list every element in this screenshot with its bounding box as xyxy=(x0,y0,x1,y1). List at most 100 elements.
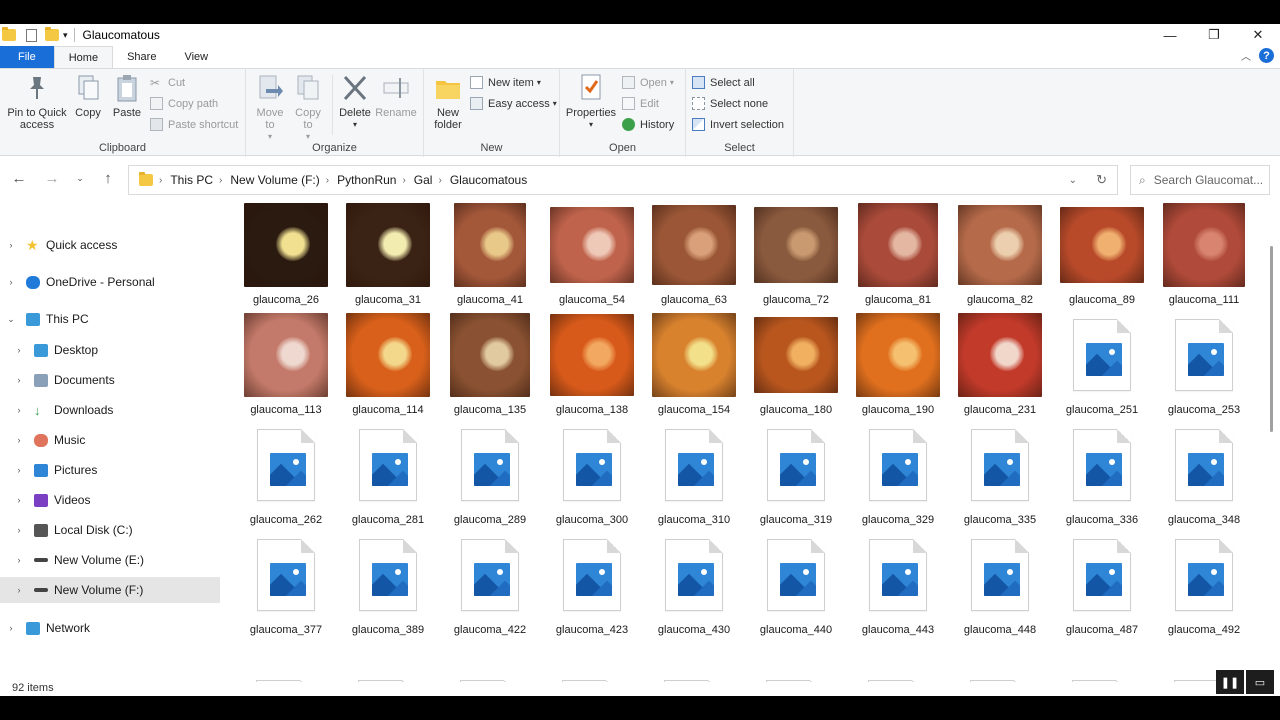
file-item[interactable]: glaucoma_41 xyxy=(439,202,541,310)
file-item[interactable]: glaucoma_89 xyxy=(1051,202,1153,310)
properties-button[interactable]: Properties ▾ xyxy=(564,73,618,131)
file-item[interactable]: glaucoma_389 xyxy=(337,532,439,640)
chevron-right-icon[interactable]: › xyxy=(14,495,24,505)
new-folder-button[interactable]: New folder xyxy=(430,73,466,131)
paste-shortcut-button[interactable]: Paste shortcut xyxy=(150,115,238,134)
vertical-scrollbar[interactable] xyxy=(1266,200,1280,686)
search-input[interactable]: ⌕ Search Glaucomat... xyxy=(1130,165,1270,195)
maximize-button[interactable]: ❐ xyxy=(1192,24,1236,46)
file-item[interactable]: glaucoma_348 xyxy=(1153,422,1255,530)
tab-file[interactable]: File xyxy=(0,46,54,68)
chevron-right-icon[interactable]: › xyxy=(14,345,24,355)
tab-home[interactable]: Home xyxy=(53,46,114,68)
select-all-button[interactable]: Select all xyxy=(692,73,755,92)
file-item[interactable]: glaucoma_154 xyxy=(643,312,745,420)
file-item[interactable]: glaucoma_492 xyxy=(1153,532,1255,640)
chevron-right-icon[interactable]: › xyxy=(14,375,24,385)
paste-button[interactable]: Paste xyxy=(110,73,144,119)
nav-item-music[interactable]: › Music xyxy=(0,427,220,453)
nav-item-quick-access[interactable]: › ★ Quick access xyxy=(0,232,220,258)
up-arrow-icon[interactable]: ↑ xyxy=(98,168,118,188)
forward-arrow-icon[interactable]: → xyxy=(42,168,62,188)
file-item[interactable]: glaucoma_135 xyxy=(439,312,541,420)
edit-button[interactable]: Edit xyxy=(622,94,659,113)
nav-item-local-disk-c[interactable]: › Local Disk (C:) xyxy=(0,517,220,543)
collapse-ribbon-icon[interactable]: ︿ xyxy=(1241,48,1251,63)
pin-to-quick-access-button[interactable]: Pin to Quick access xyxy=(4,73,70,131)
delete-button[interactable]: Delete ▾ xyxy=(338,73,372,131)
file-item[interactable]: glaucoma_180 xyxy=(745,312,847,420)
picture-in-picture-icon[interactable]: ▭ xyxy=(1246,670,1274,694)
file-item[interactable]: glaucoma_253 xyxy=(1153,312,1255,420)
file-item[interactable]: glaucoma_423 xyxy=(541,532,643,640)
nav-item-desktop[interactable]: › Desktop xyxy=(0,337,220,363)
file-item[interactable]: glaucoma_448 xyxy=(949,532,1051,640)
file-item[interactable]: glaucoma_319 xyxy=(745,422,847,530)
chevron-right-icon[interactable]: › xyxy=(14,585,24,595)
chevron-right-icon[interactable]: › xyxy=(14,435,24,445)
invert-selection-button[interactable]: Invert selection xyxy=(692,115,784,134)
minimize-button[interactable]: — xyxy=(1148,24,1192,46)
file-item[interactable]: glaucoma_113 xyxy=(235,312,337,420)
address-bar[interactable]: › This PC › New Volume (F:) › PythonRun … xyxy=(128,165,1118,195)
open-button[interactable]: Open ▾ xyxy=(622,73,674,92)
breadcrumb-separator-icon[interactable]: › xyxy=(438,175,441,186)
nav-item-documents[interactable]: › Documents xyxy=(0,367,220,393)
file-item[interactable]: glaucoma_111 xyxy=(1153,202,1255,310)
recent-locations-chevron-icon[interactable]: ⌄ xyxy=(70,168,90,188)
file-item[interactable]: glaucoma_26 xyxy=(235,202,337,310)
file-item[interactable]: glaucoma_310 xyxy=(643,422,745,530)
file-item[interactable]: glaucoma_335 xyxy=(949,422,1051,530)
pause-icon[interactable]: ❚❚ xyxy=(1216,670,1244,694)
copy-button[interactable]: Copy xyxy=(72,73,104,119)
scrollbar-thumb[interactable] xyxy=(1270,246,1273,432)
chevron-right-icon[interactable]: › xyxy=(14,405,24,415)
new-item-button[interactable]: New item ▾ xyxy=(470,73,541,92)
nav-item-onedrive-personal[interactable]: › OneDrive - Personal xyxy=(0,269,220,295)
quick-access-toolbar-dropdown[interactable]: ▾ xyxy=(63,30,68,41)
file-item[interactable]: glaucoma_72 xyxy=(745,202,847,310)
select-none-button[interactable]: Select none xyxy=(692,94,768,113)
file-item[interactable]: glaucoma_251 xyxy=(1051,312,1153,420)
breadcrumb-pythonrun[interactable]: PythonRun xyxy=(337,173,396,187)
tab-view[interactable]: View xyxy=(170,46,222,68)
back-arrow-icon[interactable]: ← xyxy=(9,168,29,188)
copy-path-button[interactable]: Copy path xyxy=(150,94,218,113)
file-item[interactable]: glaucoma_487 xyxy=(1051,532,1153,640)
breadcrumb-gal[interactable]: Gal xyxy=(414,173,433,187)
nav-item-new-volume-f[interactable]: › New Volume (F:) xyxy=(0,577,220,603)
file-item[interactable]: glaucoma_63 xyxy=(643,202,745,310)
chevron-right-icon[interactable]: › xyxy=(6,623,16,633)
file-item[interactable]: glaucoma_440 xyxy=(745,532,847,640)
chevron-right-icon[interactable]: › xyxy=(6,277,16,287)
nav-item-pictures[interactable]: › Pictures xyxy=(0,457,220,483)
new-folder-quick-icon[interactable] xyxy=(45,27,59,41)
nav-item-downloads[interactable]: › ↓ Downloads xyxy=(0,397,220,423)
file-item[interactable]: glaucoma_329 xyxy=(847,422,949,530)
nav-item-videos[interactable]: › Videos xyxy=(0,487,220,513)
file-item[interactable]: glaucoma_430 xyxy=(643,532,745,640)
move-to-button[interactable]: Move to ▾ xyxy=(254,73,286,143)
file-item[interactable]: glaucoma_289 xyxy=(439,422,541,530)
file-item[interactable]: glaucoma_262 xyxy=(235,422,337,530)
nav-item-network[interactable]: › Network xyxy=(0,615,220,641)
file-item[interactable]: glaucoma_281 xyxy=(337,422,439,530)
file-item[interactable]: glaucoma_190 xyxy=(847,312,949,420)
file-item[interactable]: glaucoma_377 xyxy=(235,532,337,640)
file-item[interactable]: glaucoma_82 xyxy=(949,202,1051,310)
chevron-right-icon[interactable]: › xyxy=(6,240,16,250)
chevron-right-icon[interactable]: › xyxy=(14,555,24,565)
history-button[interactable]: History xyxy=(622,115,674,134)
address-history-chevron-icon[interactable]: ⌄ xyxy=(1069,175,1077,186)
refresh-icon[interactable]: ↻ xyxy=(1096,172,1107,188)
properties-quick-icon[interactable] xyxy=(26,28,37,42)
breadcrumb-new-volume-f[interactable]: New Volume (F:) xyxy=(230,173,319,187)
cut-button[interactable]: ✂ Cut xyxy=(150,73,185,92)
file-item[interactable]: glaucoma_31 xyxy=(337,202,439,310)
chevron-down-icon[interactable]: ⌄ xyxy=(6,314,16,325)
file-item[interactable]: glaucoma_422 xyxy=(439,532,541,640)
file-item[interactable]: glaucoma_54 xyxy=(541,202,643,310)
easy-access-button[interactable]: Easy access ▾ xyxy=(470,94,557,113)
file-item[interactable]: glaucoma_336 xyxy=(1051,422,1153,530)
chevron-right-icon[interactable]: › xyxy=(14,525,24,535)
